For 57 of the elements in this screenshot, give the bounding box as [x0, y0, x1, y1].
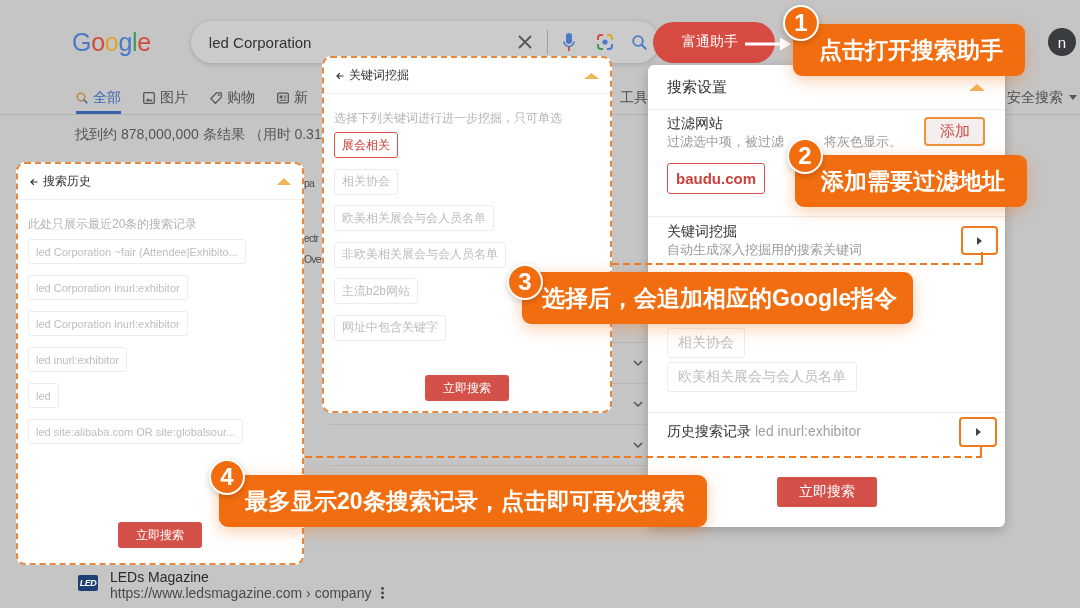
triangle-up-icon[interactable] [969, 83, 985, 91]
search-now-button[interactable]: 立即搜索 [776, 477, 877, 507]
result-title[interactable]: LEDs Magazine [110, 569, 372, 585]
result-stats: 找到约 878,000,000 条结果 （用时 0.31 [75, 125, 322, 143]
image-icon [143, 91, 155, 104]
site-tag[interactable]: baudu.com [667, 163, 765, 194]
section-description: 过滤选中项，被过滤 [667, 133, 784, 151]
add-button[interactable]: 添加 [924, 117, 985, 146]
hint-text: 此处只展示最近20条的搜索记录 [28, 216, 198, 232]
expand-button[interactable] [961, 226, 998, 255]
logo: Google [72, 29, 151, 55]
newspaper-icon [277, 91, 289, 104]
result-text-fragment: Ove [304, 252, 321, 266]
section-title: 历史搜索记录 [667, 423, 751, 441]
nav-tab[interactable]: 新 [277, 84, 308, 114]
chevron-down-icon[interactable] [633, 401, 643, 407]
panel-title: 关键词挖掘 [349, 67, 409, 84]
result-text-fragment: pa [304, 176, 315, 190]
section-description: 将灰色显示。 [824, 133, 902, 151]
section-description: 自动生成深入挖掘用的搜索关键词 [667, 241, 862, 259]
tools-link[interactable]: 工具 [620, 84, 648, 114]
caret-down-icon [1069, 95, 1077, 100]
camera-icon[interactable] [596, 34, 613, 50]
expand-button[interactable] [959, 417, 997, 447]
close-icon[interactable] [517, 35, 532, 49]
section-title: 过滤网站 [667, 114, 723, 133]
panel-title: 搜索设置 [667, 77, 727, 97]
section-title: 关键词挖掘 [667, 222, 737, 241]
microphone-icon[interactable] [562, 33, 575, 51]
history-value: led inurl:exhibitor [755, 423, 861, 439]
search-now-button[interactable]: 立即搜索 [425, 375, 509, 401]
search-icon [76, 91, 88, 104]
back-arrow-icon[interactable] [336, 71, 344, 80]
hint-text: 选择下列关键词进行进一步挖掘，只可单选 [334, 110, 562, 126]
chevron-down-icon[interactable] [633, 442, 643, 448]
site-logo: LED [78, 575, 98, 591]
right-arrow-icon [745, 36, 791, 52]
result-text-fragment: ectr [304, 231, 319, 245]
nav-tab[interactable]: 图片 [143, 84, 188, 114]
triangle-up-icon[interactable] [277, 178, 291, 185]
search-icon[interactable] [631, 34, 647, 50]
assistant-button[interactable]: 富通助手 [652, 21, 775, 63]
panel-title: 搜索历史 [43, 173, 91, 190]
caret-right-icon [975, 428, 981, 436]
tag-icon [210, 91, 222, 104]
nav-tab[interactable]: 购物 [210, 84, 255, 114]
nav-tab[interactable]: 全部 [76, 84, 121, 114]
safe-search-dropdown[interactable]: 安全搜索 [1007, 84, 1077, 114]
chevron-down-icon[interactable] [633, 360, 643, 366]
triangle-up-icon[interactable] [584, 72, 599, 79]
caret-right-icon [977, 236, 982, 245]
result-url: https://www.ledsmagazine.com › company [110, 585, 372, 601]
back-arrow-icon[interactable] [30, 177, 38, 186]
avatar[interactable]: n [1048, 28, 1076, 56]
more-icon[interactable] [381, 587, 385, 599]
keyword-chip[interactable]: 展会相关 [334, 132, 398, 158]
search-now-button[interactable]: 立即搜索 [118, 522, 202, 548]
